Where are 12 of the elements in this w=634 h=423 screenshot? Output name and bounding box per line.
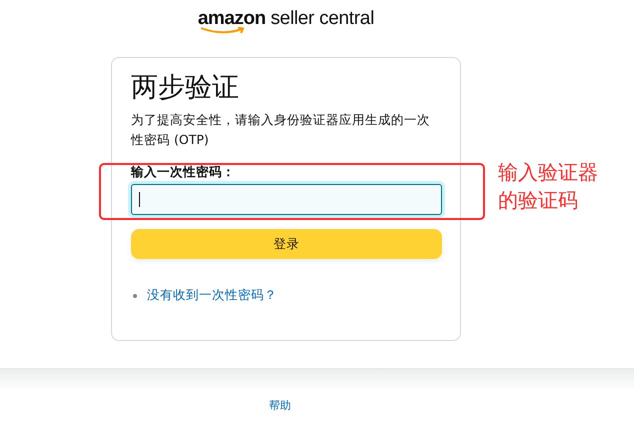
smile-icon [200, 27, 246, 35]
logo-subtitle: seller central [270, 8, 374, 30]
bullet-icon [133, 294, 137, 298]
annotation-text: 输入验证器的验证码 [498, 159, 599, 214]
card-title: 两步验证 [131, 71, 240, 105]
otp-help-link[interactable]: 没有收到一次性密码？ [147, 287, 277, 304]
login-button[interactable]: 登录 [131, 229, 442, 259]
help-link[interactable]: 帮助 [269, 398, 291, 413]
brand-logo: amazon [198, 8, 266, 30]
description: 为了提高安全性，请输入身份验证器应用生成的一次性密码 (OTP) [131, 111, 431, 149]
field-label: 输入一次性密码： [131, 164, 236, 180]
otp-field[interactable] [131, 184, 442, 215]
